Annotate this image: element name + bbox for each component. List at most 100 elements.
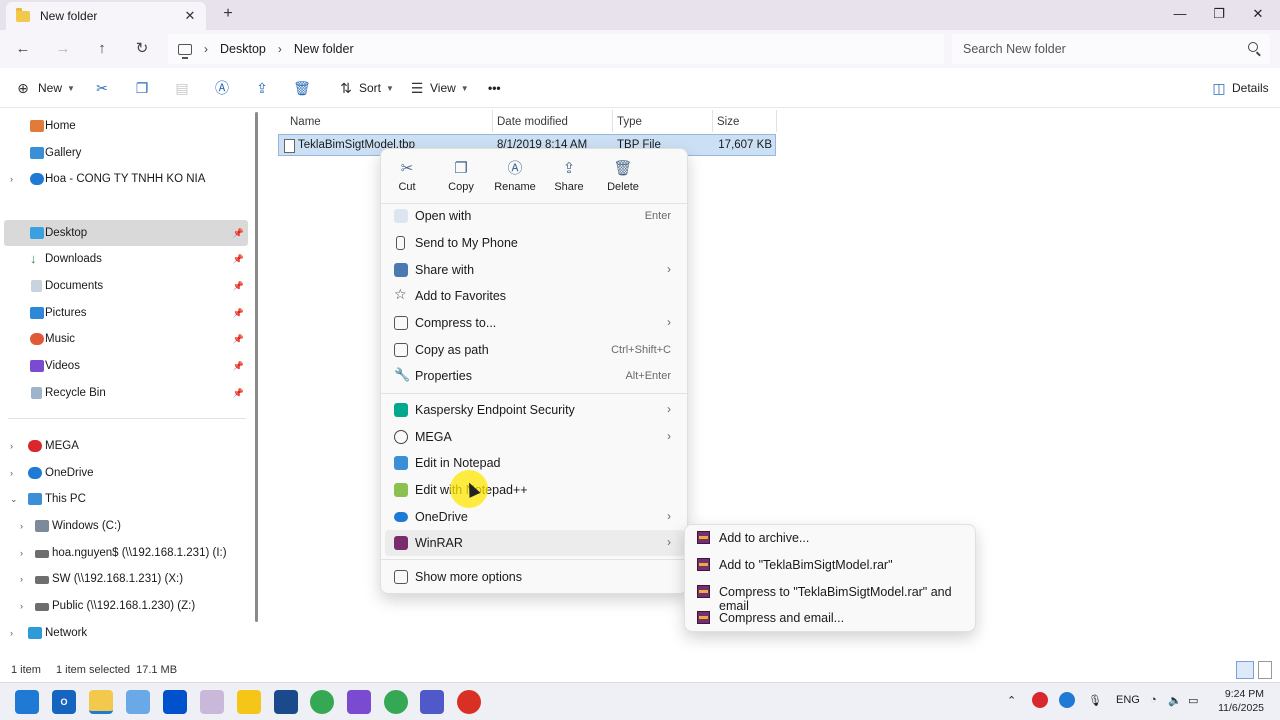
wifi-icon[interactable]: ◔	[1150, 694, 1157, 706]
close-window-button[interactable]: ✕	[1239, 3, 1277, 25]
refresh-button[interactable]: ↻	[130, 38, 154, 60]
snipping-tool-icon[interactable]	[126, 690, 150, 714]
tab-new-folder[interactable]: New folder ✕	[6, 2, 206, 30]
column-header-type[interactable]: Type	[617, 111, 642, 133]
battery-icon[interactable]: ▭	[1188, 694, 1198, 707]
cut-button[interactable]: ✂	[93, 78, 111, 98]
file-explorer-icon[interactable]	[89, 690, 113, 714]
submenu-item-compress-rar-email[interactable]: Compress to "TeklaBimSigtModel.rar" and …	[685, 579, 975, 613]
submenu-item-compress-and-email[interactable]: Compress and email...	[685, 605, 975, 631]
column-divider[interactable]	[492, 110, 493, 132]
chevron-up-icon[interactable]: ⌃	[1007, 694, 1016, 707]
delete-button[interactable]: 🗑	[293, 78, 311, 98]
rename-button[interactable]: Ⓐ	[213, 78, 231, 98]
menu-item-properties[interactable]: 🔧 Properties Alt+Enter	[385, 363, 685, 389]
sidebar-item-mega[interactable]: › MEGA	[0, 433, 248, 459]
rename-action[interactable]: Ⓐ Rename	[489, 159, 541, 199]
more-options-button[interactable]: •••	[488, 78, 501, 98]
details-view-toggle[interactable]	[1236, 661, 1254, 679]
pin-icon[interactable]: 📌	[233, 361, 244, 372]
sidebar-item-desktop[interactable]: Desktop 📌	[4, 220, 248, 246]
share-button[interactable]: ⇪	[253, 78, 271, 98]
sidebar-item-network[interactable]: › Network	[0, 620, 248, 646]
sidebar-scrollbar[interactable]	[255, 112, 258, 622]
menu-item-copy-as-path[interactable]: Copy as path Ctrl+Shift+C	[385, 337, 685, 363]
up-button[interactable]: ↑	[90, 38, 114, 60]
chrome-icon[interactable]	[384, 690, 408, 714]
visual-studio-icon[interactable]	[347, 690, 371, 714]
chrome-icon[interactable]	[310, 690, 334, 714]
onedrive-tray-icon[interactable]	[1059, 692, 1075, 708]
forward-button[interactable]: →	[51, 38, 75, 60]
pin-icon[interactable]: 📌	[233, 281, 244, 292]
sidebar-item-music[interactable]: Music 📌	[0, 326, 248, 352]
search-input[interactable]: Search New folder	[952, 34, 1270, 64]
submenu-item-add-to-archive[interactable]: Add to archive...	[685, 525, 975, 551]
new-button[interactable]: ⊕ New ▼	[14, 78, 75, 98]
pdf-icon[interactable]	[457, 690, 481, 714]
breadcrumb-desktop[interactable]: Desktop	[220, 42, 266, 56]
menu-item-mega[interactable]: MEGA ›	[385, 424, 685, 450]
menu-item-edit-notepad[interactable]: Edit in Notepad	[385, 450, 685, 476]
sidebar-item-downloads[interactable]: ↓ Downloads 📌	[0, 246, 248, 272]
pin-icon[interactable]: 📌	[233, 334, 244, 345]
chevron-right-icon[interactable]: ›	[10, 468, 13, 478]
menu-item-share-with[interactable]: Share with ›	[385, 257, 685, 283]
cut-action[interactable]: ✂ Cut	[381, 159, 433, 199]
address-bar[interactable]: › Desktop › New folder	[168, 34, 944, 64]
sidebar-item-home[interactable]: Home	[0, 113, 248, 139]
chevron-down-icon[interactable]: ⌄	[10, 494, 18, 505]
copy-action[interactable]: ❐ Copy	[435, 159, 487, 199]
mega-tray-icon[interactable]	[1032, 692, 1048, 708]
paste-button[interactable]: ▤	[173, 78, 191, 98]
menu-item-compress-to[interactable]: Compress to... ›	[385, 310, 685, 336]
column-header-date[interactable]: Date modified	[497, 111, 568, 133]
pin-icon[interactable]: 📌	[233, 228, 244, 239]
sidebar-item-windows-c[interactable]: › Windows (C:)	[0, 513, 248, 539]
chevron-right-icon[interactable]: ›	[20, 601, 23, 611]
delete-action[interactable]: 🗑 Delete	[597, 159, 649, 199]
column-header-size[interactable]: Size	[717, 111, 739, 133]
chevron-right-icon[interactable]: ›	[20, 574, 23, 584]
chevron-right-icon[interactable]: ›	[10, 174, 13, 184]
chevron-right-icon[interactable]: ›	[20, 548, 23, 558]
menu-item-show-more-options[interactable]: Show more options	[385, 564, 685, 590]
language-indicator[interactable]: ENG	[1116, 694, 1140, 706]
sidebar-item-onedrive-org[interactable]: › Hoa - CONG TY TNHH KO NIA	[0, 166, 248, 192]
trello-icon[interactable]	[163, 690, 187, 714]
breadcrumb-new-folder[interactable]: New folder	[294, 42, 354, 56]
menu-item-add-to-favorites[interactable]: ☆ Add to Favorites	[385, 283, 685, 309]
submenu-item-add-to-rar[interactable]: Add to "TeklaBimSigtModel.rar"	[685, 552, 975, 578]
view-button[interactable]: ☰ View ▼	[408, 78, 469, 98]
minimize-button[interactable]: —	[1161, 3, 1199, 25]
start-icon[interactable]	[15, 690, 39, 714]
menu-item-onedrive[interactable]: OneDrive ›	[385, 504, 685, 530]
chevron-right-icon[interactable]: ›	[10, 441, 13, 451]
sidebar-item-onedrive[interactable]: › OneDrive	[0, 460, 248, 486]
sidebar-item-videos[interactable]: Videos 📌	[0, 353, 248, 379]
sidebar-item-drive-x[interactable]: › SW (\\192.168.1.231) (X:)	[0, 566, 248, 592]
chevron-right-icon[interactable]: ›	[20, 521, 23, 531]
sidebar-item-documents[interactable]: Documents 📌	[0, 273, 248, 299]
back-button[interactable]: ←	[11, 38, 35, 60]
menu-item-kaspersky[interactable]: Kaspersky Endpoint Security ›	[385, 397, 685, 423]
microphone-icon[interactable]: 🎙	[1088, 694, 1102, 707]
tab-close-icon[interactable]: ✕	[180, 8, 200, 24]
tekla-icon[interactable]	[274, 690, 298, 714]
pin-icon[interactable]: 📌	[233, 308, 244, 319]
column-divider[interactable]	[612, 110, 613, 132]
column-divider[interactable]	[712, 110, 713, 132]
pin-icon[interactable]: 📌	[233, 388, 244, 399]
menu-item-edit-notepadpp[interactable]: Edit with Notepad++	[385, 477, 685, 503]
details-button[interactable]: ◫ Details	[1210, 78, 1268, 98]
copy-button[interactable]: ❐	[133, 78, 151, 98]
menu-item-winrar[interactable]: WinRAR ›	[385, 530, 685, 556]
sidebar-item-this-pc[interactable]: ⌄ This PC	[0, 486, 248, 512]
share-action[interactable]: ⇪ Share	[543, 159, 595, 199]
tiles-view-toggle[interactable]	[1258, 661, 1272, 679]
sidebar-item-pictures[interactable]: Pictures 📌	[0, 300, 248, 326]
outlook-icon[interactable]: O	[52, 690, 76, 714]
pin-icon[interactable]: 📌	[233, 254, 244, 265]
app-icon[interactable]	[200, 690, 224, 714]
sort-button[interactable]: ⇅ Sort ▼	[337, 78, 394, 98]
